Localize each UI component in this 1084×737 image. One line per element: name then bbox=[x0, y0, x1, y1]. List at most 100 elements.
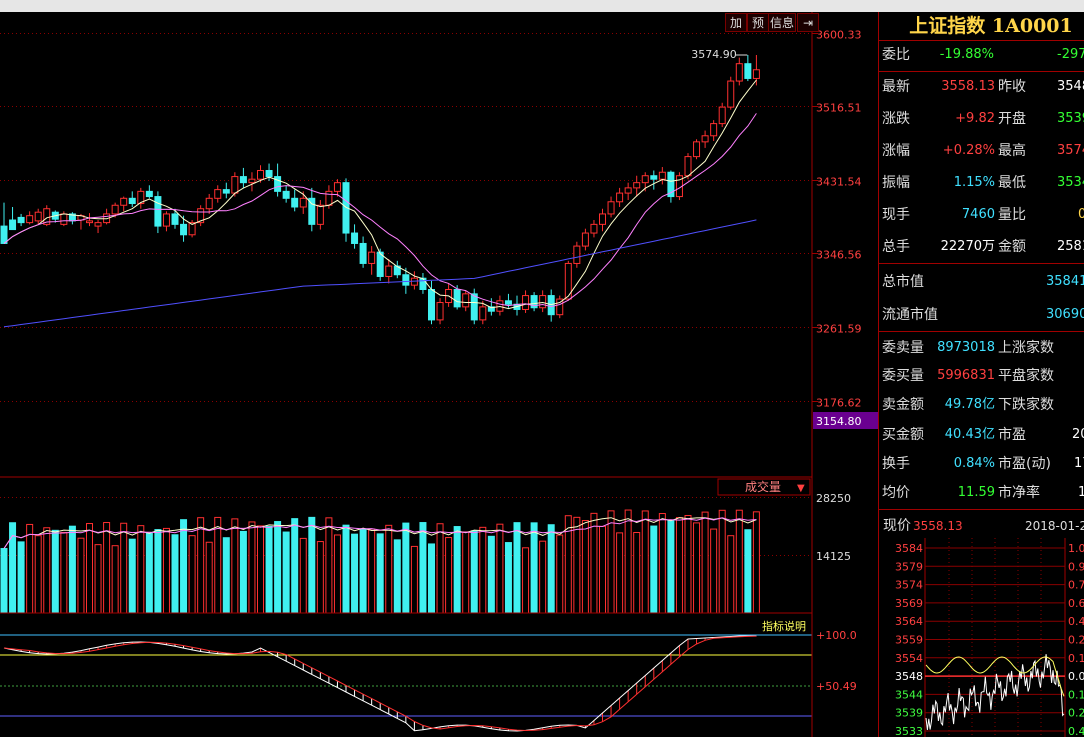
volume-bar bbox=[616, 532, 624, 614]
zhangfu-value: +0.28% bbox=[942, 143, 995, 158]
pre-button[interactable]: 预 bbox=[747, 13, 769, 32]
volume-bar bbox=[265, 525, 273, 614]
volume-bar bbox=[205, 541, 213, 614]
candle-body bbox=[522, 295, 530, 310]
indicator-tick-label: +100.0 bbox=[816, 629, 857, 642]
volume-bar bbox=[376, 533, 384, 614]
zongshou-value: 22270万 bbox=[940, 239, 995, 254]
candle-body bbox=[581, 232, 589, 247]
intraday-pct-tick: 0.7 bbox=[1068, 579, 1084, 592]
shijinglv-value: 1 bbox=[1078, 485, 1084, 500]
volume-bar bbox=[342, 524, 350, 614]
volume-bar bbox=[675, 517, 683, 614]
volume-bar bbox=[351, 533, 359, 614]
weibi-value2: -2976 bbox=[1057, 47, 1084, 62]
volume-bar bbox=[94, 544, 102, 614]
volume-bar bbox=[162, 527, 170, 614]
volume-bar bbox=[496, 523, 504, 614]
volume-bar bbox=[393, 539, 401, 614]
candle-body bbox=[684, 156, 692, 177]
intraday-tick: 3559 bbox=[895, 634, 923, 647]
candle-body bbox=[231, 176, 239, 194]
zongshou-label: 总手 bbox=[882, 239, 910, 255]
price-tick-label: 3516.51 bbox=[816, 102, 862, 115]
volume-bar bbox=[462, 531, 470, 614]
candle-body bbox=[248, 178, 256, 184]
row-zhangdie: 涨跌 +9.82 开盘 3539 bbox=[882, 105, 1084, 133]
indicator-panel: +100.0 +50.49 指标说明 bbox=[0, 618, 857, 732]
candle-body bbox=[479, 306, 487, 321]
candle-body bbox=[735, 63, 743, 82]
candle-body bbox=[650, 175, 658, 180]
shiying-value: 20 bbox=[1072, 427, 1084, 442]
volume-bar bbox=[470, 530, 478, 614]
volume-bar bbox=[103, 522, 111, 614]
volume-bar bbox=[385, 524, 393, 614]
zhenfu-value: 1.15% bbox=[953, 175, 995, 190]
row-zhenfu: 振幅 1.15% 最低 3534 bbox=[882, 169, 1084, 197]
divider bbox=[879, 71, 1084, 72]
row-weimai2: 委买量 5996831 平盘家数 bbox=[882, 362, 1084, 390]
candle-body bbox=[316, 204, 324, 225]
candle-body bbox=[547, 295, 555, 316]
zhangdie-label: 涨跌 bbox=[882, 111, 910, 127]
row-zuixin: 最新 3558.13 昨收 3548 bbox=[882, 73, 1084, 101]
candle-body bbox=[214, 189, 222, 199]
row-zongshou: 总手 22270万 金额 2581.5 bbox=[882, 233, 1084, 261]
add-button[interactable]: 加 bbox=[725, 13, 747, 32]
volume-bar bbox=[111, 545, 119, 614]
volume-bar bbox=[188, 535, 196, 614]
indicator-label: 指标说明 bbox=[762, 619, 806, 633]
volume-bar bbox=[530, 522, 538, 614]
volume-bar bbox=[701, 511, 709, 614]
candle-body bbox=[60, 213, 68, 225]
info-button[interactable]: 信息 bbox=[768, 13, 796, 32]
volume-bar bbox=[239, 530, 247, 614]
intraday-price-value: 3558.13 bbox=[913, 519, 963, 533]
volume-bar bbox=[428, 543, 435, 614]
candle-body bbox=[162, 213, 170, 227]
intraday-pct-tick: 0.6 bbox=[1068, 597, 1084, 610]
huanshou-value: 0.84% bbox=[953, 456, 995, 471]
intraday-pct-tick: 0.4 bbox=[1068, 615, 1084, 628]
intraday-tick: 3579 bbox=[895, 560, 923, 573]
price-tick-label: 3176.62 bbox=[816, 397, 862, 410]
intraday-tick: 3564 bbox=[895, 615, 923, 628]
candle-body bbox=[0, 225, 8, 244]
volume-bar bbox=[453, 526, 461, 614]
xiadie-label: 下跌家数 bbox=[998, 397, 1054, 413]
candle-body bbox=[222, 189, 230, 194]
zhenfu-label: 振幅 bbox=[882, 175, 910, 191]
volume-bar bbox=[547, 524, 555, 614]
jine-label: 金额 bbox=[998, 239, 1026, 255]
candle-body bbox=[419, 277, 427, 290]
intraday-pct-tick: 0.1 bbox=[1068, 688, 1084, 701]
volume-bar bbox=[316, 541, 324, 614]
volume-bar bbox=[120, 522, 128, 614]
volume-bar bbox=[564, 515, 572, 614]
weibi-value: -19.88% bbox=[939, 47, 994, 62]
exit-icon[interactable]: ⇥ bbox=[797, 13, 819, 32]
xianshou-value: 7460 bbox=[961, 207, 995, 222]
intraday-pct-tick: 0.2 bbox=[1068, 634, 1084, 647]
indicator-tick-label: +50.49 bbox=[816, 680, 857, 693]
candle-body bbox=[641, 175, 649, 184]
volume-bar bbox=[744, 529, 752, 614]
intraday-pct-tick: 0.2 bbox=[1068, 707, 1084, 720]
volume-bar bbox=[658, 513, 666, 614]
volume-bar bbox=[0, 548, 8, 614]
row-zongshizhi: 总市值 35841 bbox=[882, 268, 1084, 296]
row-maijine: 卖金额 49.78亿 下跌家数 bbox=[882, 391, 1084, 419]
row-weimai: 委卖量 8973018 上涨家数 bbox=[882, 334, 1084, 362]
high-annotation: 3574.90 bbox=[691, 48, 737, 61]
volume-tick-label: 14125 bbox=[816, 550, 851, 563]
volume-bar bbox=[128, 538, 136, 614]
candle-body bbox=[325, 190, 333, 206]
candle-body bbox=[428, 288, 435, 321]
intraday-pct-tick: 0.9 bbox=[1068, 560, 1084, 573]
candle-body bbox=[752, 69, 760, 79]
xianshou-label: 现手 bbox=[882, 207, 910, 223]
candle-body bbox=[120, 197, 128, 206]
candle-body bbox=[180, 223, 188, 236]
volume-bar bbox=[522, 547, 530, 614]
